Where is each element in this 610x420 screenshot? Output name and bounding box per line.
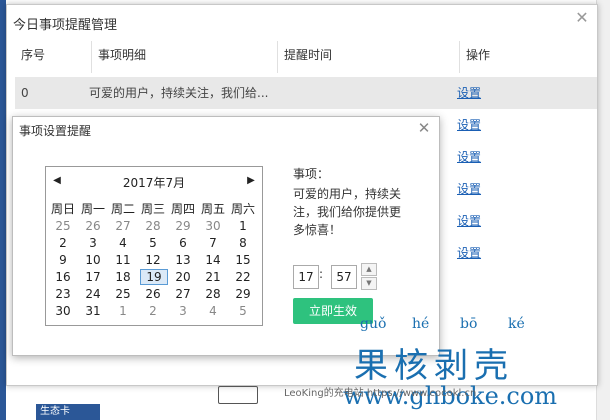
calendar-day[interactable]: 10 [79,252,107,268]
weekday-label: 周六 [230,202,255,216]
calendar-month-label: 2017年7月 [122,176,186,190]
weekday-label: 周四 [170,202,195,216]
minute-input[interactable]: 57 [331,265,357,289]
row-detail: 可爱的用户，持续关注，我们给... [89,86,269,100]
calendar-day[interactable]: 1 [109,303,137,319]
dialog-title: 事项设置提醒 [19,124,92,138]
spin-down-icon[interactable]: ▼ [361,277,377,290]
table-header: 序号 事项明细 提醒时间 操作 [15,41,597,73]
col-header-index: 序号 [21,48,46,62]
dialog-close-icon[interactable]: ✕ [415,119,433,137]
watermark-pinyin: ké [508,316,525,332]
battery-icon [218,386,258,404]
calendar-day[interactable]: 11 [109,252,137,268]
calendar-day[interactable]: 4 [199,303,227,319]
weekday-label: 周三 [140,202,165,216]
time-spinner: ▲ ▼ [361,263,377,290]
watermark-pinyin: bō [460,316,478,332]
watermark-pinyin: guǒ [360,316,387,332]
watermark-chinese: 果核剥壳 [354,346,514,386]
calendar-day[interactable]: 1 [229,218,257,234]
calendar-day[interactable]: 27 [109,218,137,234]
calendar-day[interactable]: 24 [79,286,107,302]
date-picker-calendar: ◀ 2017年7月 ▶ 周日 周一 周二 周三 周四 周五 周六 25 26 27 28 29 30 1 2… [45,166,263,326]
row-set-link[interactable]: 设置 [457,205,497,237]
hour-input[interactable]: 17 [293,265,319,289]
calendar-day[interactable]: 22 [229,269,257,285]
row-set-link[interactable]: 设置 [457,173,497,205]
taskbar-item[interactable]: 生态卡 [36,404,100,420]
calendar-day[interactable]: 27 [169,286,197,302]
calendar-day[interactable]: 20 [169,269,197,285]
calendar-day[interactable]: 3 [79,235,107,251]
calendar-day[interactable]: 15 [229,252,257,268]
calendar-day[interactable]: 6 [169,235,197,251]
table-row[interactable]: 0 可爱的用户，持续关注，我们给... 设置 [15,77,597,109]
calendar-day[interactable]: 5 [229,303,257,319]
background-right-panel [596,0,610,420]
calendar-day[interactable]: 17 [79,269,107,285]
calendar-day[interactable]: 31 [79,303,107,319]
calendar-day[interactable]: 29 [169,218,197,234]
calendar-day[interactable]: 23 [49,286,77,302]
row-set-link[interactable]: 设置 [457,109,497,141]
calendar-day[interactable]: 13 [169,252,197,268]
calendar-day[interactable]: 28 [199,286,227,302]
weekday-label: 周日 [50,202,75,216]
row-set-link[interactable]: 设置 [457,77,497,109]
calendar-day[interactable]: 4 [109,235,137,251]
calendar-day[interactable]: 25 [109,286,137,302]
row-time [285,77,445,109]
weekday-label: 周五 [200,202,225,216]
calendar-day[interactable]: 12 [139,252,167,268]
weekday-label: 周二 [110,202,135,216]
col-header-detail: 事项明细 [91,41,268,73]
row-index: 0 [21,86,29,100]
main-dialog-title: 今日事项提醒管理 [13,18,118,33]
calendar-day[interactable]: 30 [49,303,77,319]
calendar-day[interactable]: 2 [139,303,167,319]
calendar-day[interactable]: 26 [79,218,107,234]
calendar-day[interactable]: 8 [229,235,257,251]
col-header-action: 操作 [459,41,596,73]
spin-up-icon[interactable]: ▲ [361,263,377,276]
watermark-small-text: LeoKing的充电站 https://www.cocokl.cn [284,388,477,399]
calendar-day[interactable]: 14 [199,252,227,268]
next-month-icon[interactable]: ▶ [244,174,258,188]
calendar-day[interactable]: 28 [139,218,167,234]
calendar-day[interactable]: 3 [169,303,197,319]
calendar-day[interactable]: 29 [229,286,257,302]
calendar-day[interactable]: 7 [199,235,227,251]
calendar-day[interactable]: 26 [139,286,167,302]
calendar-day[interactable]: 30 [199,218,227,234]
calendar-header: ◀ 2017年7月 ▶ [46,167,262,195]
item-label: 事项： [293,167,330,181]
calendar-day[interactable]: 2 [49,235,77,251]
item-text: 可爱的用户，持续关注，我们给你提供更多惊喜！ [293,187,402,237]
calendar-day[interactable]: 16 [49,269,77,285]
calendar-day[interactable]: 25 [49,218,77,234]
time-colon: : [319,267,324,281]
calendar-day[interactable]: 9 [49,252,77,268]
row-set-link[interactable]: 设置 [457,141,497,173]
weekday-label: 周一 [80,202,105,216]
calendar-day-selected[interactable]: 19 [140,269,168,285]
col-header-time: 提醒时间 [277,41,454,73]
calendar-day[interactable]: 5 [139,235,167,251]
calendar-day[interactable]: 18 [109,269,137,285]
calendar-day[interactable]: 21 [199,269,227,285]
watermark-pinyin: hé [412,316,430,332]
row-set-link[interactable]: 设置 [457,237,497,269]
main-close-icon[interactable]: ✕ [573,9,591,27]
